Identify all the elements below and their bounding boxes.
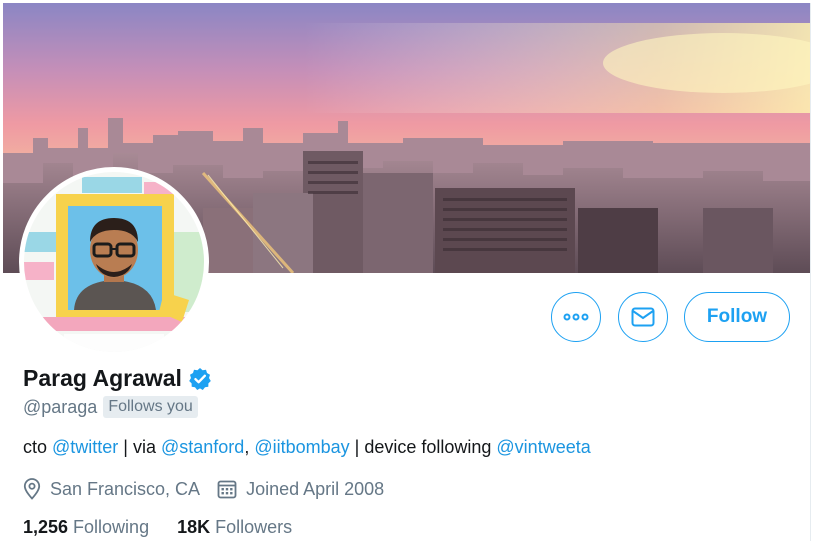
message-button[interactable] [618, 292, 668, 342]
location-text: San Francisco, CA [50, 478, 201, 499]
mention-iitbombay-link[interactable]: @iitbombay [254, 437, 349, 457]
bio-text: cto [23, 437, 53, 457]
follow-button[interactable]: Follow [684, 292, 790, 342]
more-icon [563, 313, 589, 321]
location-pin-icon [23, 478, 41, 500]
followers-stat-link[interactable]: 18K Followers [177, 517, 292, 538]
bio-text: | device following [349, 437, 497, 457]
profile-avatar[interactable] [19, 167, 209, 357]
profile-name-row: Parag Agrawal [23, 365, 212, 392]
profile-handle: @paraga [23, 396, 98, 417]
profile-meta: San Francisco, CA Joined April 2008 [23, 478, 384, 500]
mention-twitter-link[interactable]: @twitter [52, 437, 118, 457]
following-stat-link[interactable]: 1,256 Following [23, 517, 149, 538]
envelope-icon [631, 307, 655, 327]
bio-text: , [244, 437, 255, 457]
profile-bio: cto @twitter | via @stanford, @iitbombay… [23, 437, 591, 458]
following-count: 1,256 [23, 517, 69, 537]
verified-badge-icon [188, 367, 212, 391]
more-options-button[interactable] [551, 292, 601, 342]
joined-item: Joined April 2008 [217, 479, 384, 500]
calendar-icon [217, 480, 237, 499]
bio-text: | via [118, 437, 161, 457]
followers-count: 18K [177, 517, 211, 537]
mention-stanford-link[interactable]: @stanford [161, 437, 244, 457]
mention-vintweeta-link[interactable]: @vintweeta [496, 437, 590, 457]
profile-name: Parag Agrawal [23, 365, 182, 391]
location-item: San Francisco, CA [23, 478, 200, 500]
profile-card: Follow Parag Agrawal @paraga Follows you… [3, 3, 811, 541]
follows-you-badge: Follows you [103, 396, 198, 418]
handle-row: @paraga Follows you [23, 396, 198, 418]
joined-text: Joined April 2008 [246, 478, 385, 499]
profile-stats: 1,256 Following 18K Followers [23, 517, 292, 538]
followers-label: Followers [215, 517, 293, 537]
following-label: Following [73, 517, 150, 537]
